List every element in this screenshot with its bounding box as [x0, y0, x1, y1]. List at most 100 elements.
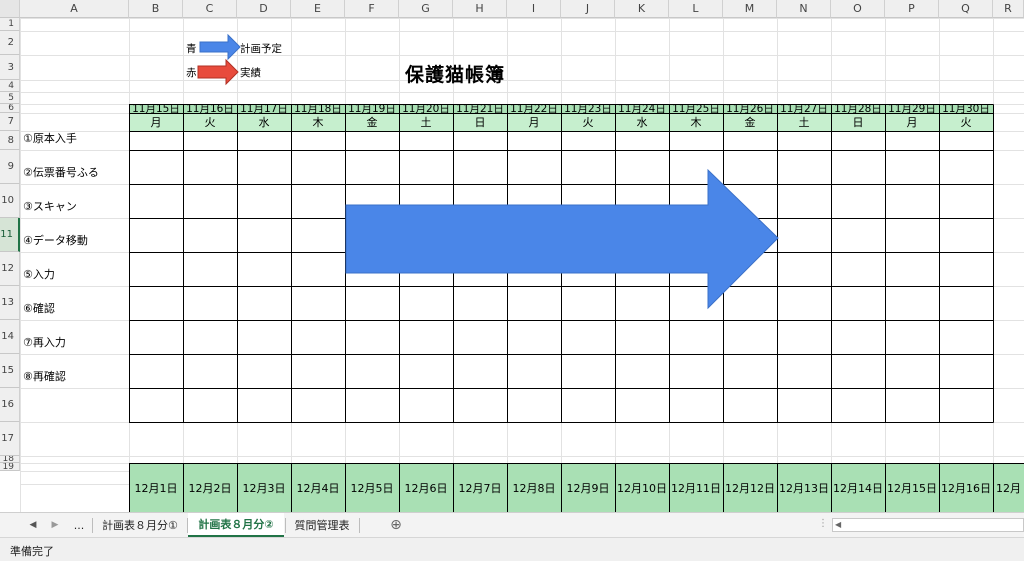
column-header-n[interactable]: N [777, 0, 831, 18]
december-date-cell[interactable]: 12月10日 [615, 464, 669, 512]
weekday-cell[interactable]: 土 [777, 113, 831, 131]
december-date-cell[interactable]: 12月4日 [291, 464, 345, 512]
row-header-1[interactable]: 1 [0, 18, 20, 31]
row-header-15[interactable]: 15 [0, 354, 20, 388]
weekday-cell[interactable]: 月 [885, 113, 939, 131]
task-label[interactable]: ⑧再確認 [20, 354, 129, 388]
column-header-d[interactable]: D [237, 0, 291, 18]
date-header-cell[interactable]: 11月20日 [399, 104, 453, 113]
date-header-cell[interactable]: 11月21日 [453, 104, 507, 113]
weekday-cell[interactable]: 水 [615, 113, 669, 131]
december-date-cell[interactable]: 12月13日 [777, 464, 831, 512]
plan-arrow[interactable] [345, 168, 779, 310]
weekday-cell[interactable]: 月 [507, 113, 561, 131]
row-header-19[interactable]: 19 [0, 463, 20, 471]
column-header-g[interactable]: G [399, 0, 453, 18]
date-header-cell[interactable]: 11月26日 [723, 104, 777, 113]
horizontal-scrollbar[interactable]: ◀ [832, 518, 1024, 532]
date-header-cell[interactable]: 11月24日 [615, 104, 669, 113]
column-header-q[interactable]: Q [939, 0, 993, 18]
column-header-o[interactable]: O [831, 0, 885, 18]
date-header-cell[interactable]: 11月28日 [831, 104, 885, 113]
column-header-p[interactable]: P [885, 0, 939, 18]
tab-question-management[interactable]: 質問管理表 [286, 513, 358, 537]
row-header-2[interactable]: 2 [0, 31, 20, 55]
december-date-cell[interactable]: 12月6日 [399, 464, 453, 512]
date-header-cell[interactable]: 11月15日 [129, 104, 183, 113]
december-date-cell[interactable]: 12月9日 [561, 464, 615, 512]
tab-plan-aug-2[interactable]: 計画表８月分② [188, 513, 284, 537]
weekday-cell[interactable]: 木 [669, 113, 723, 131]
row-header-7[interactable]: 7 [0, 113, 20, 131]
row-header-4[interactable]: 4 [0, 80, 20, 92]
december-date-cell[interactable]: 12月3日 [237, 464, 291, 512]
column-header-k[interactable]: K [615, 0, 669, 18]
weekday-cell[interactable]: 火 [183, 113, 237, 131]
weekday-cell[interactable]: 日 [453, 113, 507, 131]
tab-plan-aug-1[interactable]: 計画表８月分① [94, 513, 186, 537]
december-date-cell[interactable]: 12月16日 [939, 464, 993, 512]
add-sheet-icon[interactable]: ⊕ [386, 513, 406, 537]
select-all-corner[interactable] [0, 0, 20, 18]
column-header-e[interactable]: E [291, 0, 345, 18]
weekday-cell[interactable]: 火 [939, 113, 993, 131]
row-header-8[interactable]: 8 [0, 131, 20, 150]
row-header-10[interactable]: 10 [0, 184, 20, 218]
task-label[interactable]: ③スキャン [20, 184, 129, 218]
date-header-cell[interactable]: 11月17日 [237, 104, 291, 113]
december-date-cell[interactable]: 12月 [993, 464, 1024, 512]
date-header-cell[interactable]: 11月22日 [507, 104, 561, 113]
december-date-cell[interactable]: 12月2日 [183, 464, 237, 512]
column-header-a[interactable]: A [20, 0, 129, 18]
row-header-16[interactable]: 16 [0, 388, 20, 422]
date-header-cell[interactable]: 11月29日 [885, 104, 939, 113]
date-header-cell[interactable]: 11月18日 [291, 104, 345, 113]
tab-splitter-handle[interactable]: ⋮ [818, 518, 828, 532]
weekday-cell[interactable]: 金 [345, 113, 399, 131]
row-header-12[interactable]: 12 [0, 252, 20, 286]
column-header-f[interactable]: F [345, 0, 399, 18]
december-date-cell[interactable]: 12月7日 [453, 464, 507, 512]
task-label[interactable]: ①原本入手 [20, 131, 129, 150]
tab-ellipsis[interactable]: ... [70, 513, 88, 537]
date-header-cell[interactable]: 11月19日 [345, 104, 399, 113]
column-header-i[interactable]: I [507, 0, 561, 18]
column-header-j[interactable]: J [561, 0, 615, 18]
column-header-c[interactable]: C [183, 0, 237, 18]
tab-scroll-right-icon[interactable]: ▶ [48, 517, 62, 533]
row-header-11[interactable]: 11 [0, 218, 20, 252]
column-header-l[interactable]: L [669, 0, 723, 18]
row-header-6[interactable]: 6 [0, 104, 20, 113]
december-date-cell[interactable]: 12月12日 [723, 464, 777, 512]
column-header-r[interactable]: R [993, 0, 1024, 18]
column-header-m[interactable]: M [723, 0, 777, 18]
row-header-17[interactable]: 17 [0, 422, 20, 456]
task-label[interactable]: ④データ移動 [20, 218, 129, 252]
date-header-cell[interactable]: 11月25日 [669, 104, 723, 113]
task-label[interactable]: ②伝票番号ふる [20, 150, 129, 184]
row-header-14[interactable]: 14 [0, 320, 20, 354]
december-date-cell[interactable]: 12月15日 [885, 464, 939, 512]
december-date-cell[interactable]: 12月5日 [345, 464, 399, 512]
tab-scroll-left-icon[interactable]: ◀ [26, 517, 40, 533]
weekday-cell[interactable]: 月 [129, 113, 183, 131]
december-date-cell[interactable]: 12月8日 [507, 464, 561, 512]
task-label[interactable]: ⑦再入力 [20, 320, 129, 354]
scroll-left-icon[interactable]: ◀ [835, 520, 841, 529]
weekday-cell[interactable]: 火 [561, 113, 615, 131]
weekday-cell[interactable]: 木 [291, 113, 345, 131]
weekday-cell[interactable]: 日 [831, 113, 885, 131]
column-header-b[interactable]: B [129, 0, 183, 18]
weekday-cell[interactable]: 金 [723, 113, 777, 131]
december-date-cell[interactable]: 12月11日 [669, 464, 723, 512]
date-header-cell[interactable]: 11月30日 [939, 104, 993, 113]
december-date-cell[interactable]: 12月14日 [831, 464, 885, 512]
weekday-cell[interactable]: 水 [237, 113, 291, 131]
column-header-h[interactable]: H [453, 0, 507, 18]
weekday-cell[interactable]: 土 [399, 113, 453, 131]
task-label[interactable]: ⑤入力 [20, 252, 129, 286]
december-date-cell[interactable]: 12月1日 [129, 464, 183, 512]
task-label[interactable]: ⑥確認 [20, 286, 129, 320]
row-header-3[interactable]: 3 [0, 55, 20, 80]
date-header-cell[interactable]: 11月23日 [561, 104, 615, 113]
